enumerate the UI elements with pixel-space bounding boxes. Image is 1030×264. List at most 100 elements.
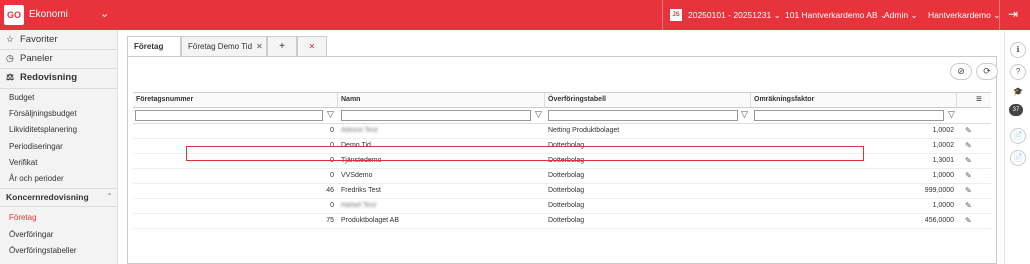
chevron-down-icon: ⌄ — [773, 10, 781, 20]
account-label: Hantverkardemo — [928, 10, 991, 20]
sidebar-item-favorites[interactable]: ☆ Favoriter — [0, 30, 118, 49]
filter-icon[interactable]: ▽ — [535, 109, 542, 120]
sidebar-item-label: Paneler — [20, 53, 53, 64]
sidebar-item-liquidity-planning[interactable]: Likviditetsplanering — [9, 125, 77, 134]
column-menu-icon[interactable]: ≡ — [976, 94, 982, 105]
refresh-button[interactable]: ⟳ — [976, 63, 998, 80]
table-row[interactable]: 46 Fredriks Test Dotterbolag 999,0000 ✎ — [133, 184, 991, 199]
pencil-icon[interactable]: ✎ — [965, 124, 972, 138]
notification-count-badge[interactable]: 37 — [1009, 104, 1023, 116]
sidebar-item-years-periods[interactable]: År och perioder — [9, 174, 64, 183]
app-logo[interactable]: GO — [4, 5, 24, 25]
company-name-cell: Fredriks Test — [341, 187, 381, 194]
transfer-table-filter-input[interactable] — [548, 110, 738, 121]
column-header-transfer-table[interactable]: Överföringstabell — [545, 93, 751, 107]
plus-icon: + — [279, 41, 285, 52]
divider — [0, 188, 118, 189]
tab-companies[interactable]: Företag — [127, 36, 181, 57]
transfer-table-cell: Dotterbolag — [548, 187, 585, 194]
pencil-icon[interactable]: ✎ — [965, 214, 972, 228]
company-name-cell: VVSdemo — [341, 172, 373, 179]
info-icon: ℹ — [1016, 45, 1020, 54]
logout-icon[interactable]: ⇥ — [1008, 7, 1018, 21]
conversion-factor-filter-input[interactable] — [754, 110, 944, 121]
sidebar-item-accruals[interactable]: Periodiseringar — [9, 142, 63, 151]
company-number-cell: 0 — [330, 127, 334, 134]
sidebar-item-budget[interactable]: Budget — [9, 93, 34, 102]
company-number-cell: 46 — [326, 187, 334, 194]
sidebar-item-panels[interactable]: ◷ Paneler — [0, 49, 118, 68]
new-tab-button[interactable]: + — [267, 36, 297, 56]
sidebar-item-sales-budget[interactable]: Försäljningsbudget — [9, 109, 77, 118]
conversion-factor-cell: 1,0000 — [932, 172, 954, 179]
company-label: 101 Hantverkardemo AB — [785, 10, 878, 20]
sidebar-item-transfer-tables[interactable]: Överföringstabeller — [9, 246, 77, 255]
academy-button[interactable]: 🎓 — [1010, 85, 1026, 101]
company-name-cell: Adirest Test — [341, 127, 378, 134]
close-all-tabs-button[interactable]: ✕ — [297, 36, 327, 56]
info-button[interactable]: ℹ — [1010, 42, 1026, 58]
conversion-factor-cell: 1,0000 — [932, 202, 954, 209]
table-row[interactable]: 0 Hafsef Test Dotterbolag 1,0000 ✎ — [133, 199, 991, 214]
column-header-name[interactable]: Namn — [338, 93, 545, 107]
top-bar: GO Ekonomi ⌄ JS 20250101 - 20251231 ⌄ 10… — [0, 0, 1030, 30]
grid-header: Företagsnummer Namn Överföringstabell Om… — [133, 92, 991, 108]
account-menu[interactable]: Hantverkardemo ⌄ — [928, 10, 1000, 21]
tab-company-demo-tid[interactable]: Företag Demo Tid ✕ — [181, 36, 267, 56]
company-selector[interactable]: 101 Hantverkardemo AB ⌄ — [785, 10, 887, 21]
help-icon: ? — [1015, 67, 1021, 76]
table-row[interactable]: 0 Adirest Test Netting Produktbolaget 1,… — [133, 124, 991, 139]
user-menu[interactable]: Admin ⌄ — [884, 10, 918, 21]
clear-filter-button[interactable]: ⊘ — [950, 63, 972, 80]
column-header-conversion-factor[interactable]: Omräkningsfaktor — [751, 93, 957, 107]
name-filter-input[interactable] — [341, 110, 531, 121]
sidebar-item-accounting[interactable]: ⚖ Redovisning — [0, 68, 118, 87]
pencil-icon[interactable]: ✎ — [965, 169, 972, 183]
app-menu-chevron-icon[interactable]: ⌄ — [100, 7, 109, 20]
pencil-icon[interactable]: ✎ — [965, 184, 972, 198]
table-row[interactable]: 0 VVSdemo Dotterbolag 1,0000 ✎ — [133, 169, 991, 184]
divider — [0, 206, 118, 207]
document-icon: 📄 — [1013, 153, 1023, 162]
transfer-table-cell: Netting Produktbolaget — [548, 127, 620, 134]
company-name-cell: Produktbolaget AB — [341, 217, 399, 224]
help-button[interactable]: ? — [1010, 64, 1026, 80]
pencil-icon[interactable]: ✎ — [965, 154, 972, 168]
divider — [0, 88, 118, 89]
filter-clear-icon: ⊘ — [957, 66, 965, 76]
graduation-cap-icon: 🎓 — [1013, 87, 1023, 96]
chevron-down-icon: ⌄ — [910, 10, 918, 20]
filter-icon[interactable]: ▽ — [741, 109, 748, 120]
sidebar: ☆ Favoriter ◷ Paneler ⚖ Redovisning Budget … — [0, 30, 118, 264]
company-number-cell: 75 — [326, 217, 334, 224]
app-name[interactable]: Ekonomi — [29, 9, 68, 20]
filter-row: ▽ ▽ ▽ ▽ — [133, 108, 991, 124]
sidebar-item-label: Favoriter — [20, 34, 58, 45]
filter-icon[interactable]: ▽ — [948, 109, 955, 120]
pencil-icon[interactable]: ✎ — [965, 139, 972, 153]
star-icon: ☆ — [6, 34, 15, 44]
sidebar-section-group-accounting[interactable]: Koncernredovisning — [6, 192, 89, 202]
column-header-company-number[interactable]: Företagsnummer — [133, 93, 338, 107]
close-icon[interactable]: ✕ — [256, 42, 263, 51]
refresh-icon: ⟳ — [983, 66, 991, 76]
document-button[interactable]: 📄 — [1010, 128, 1026, 144]
table-row[interactable]: 75 Produktbolaget AB Dotterbolag 456,000… — [133, 214, 991, 229]
sidebar-item-label: Redovisning — [20, 72, 78, 83]
period-selector[interactable]: 20250101 - 20251231 ⌄ — [688, 10, 781, 21]
conversion-factor-cell: 1,0002 — [932, 127, 954, 134]
company-number-cell: 0 — [330, 172, 334, 179]
company-name-cell: Hafsef Test — [341, 202, 376, 209]
close-icon: ✕ — [308, 42, 316, 51]
sidebar-item-vouchers[interactable]: Verifikat — [9, 158, 37, 167]
report-button[interactable]: 📄 — [1010, 150, 1026, 166]
chevron-up-icon[interactable]: ⌃ — [106, 192, 113, 201]
tab-label: Företag Demo Tid — [188, 42, 253, 51]
sidebar-item-transfers[interactable]: Överföringar — [9, 230, 53, 239]
filter-icon[interactable]: ▽ — [327, 109, 334, 120]
pencil-icon[interactable]: ✎ — [965, 199, 972, 213]
dashboard-icon: ◷ — [6, 53, 14, 63]
sidebar-item-companies[interactable]: Företag — [9, 213, 37, 222]
divider — [999, 0, 1000, 30]
company-number-filter-input[interactable] — [135, 110, 323, 121]
